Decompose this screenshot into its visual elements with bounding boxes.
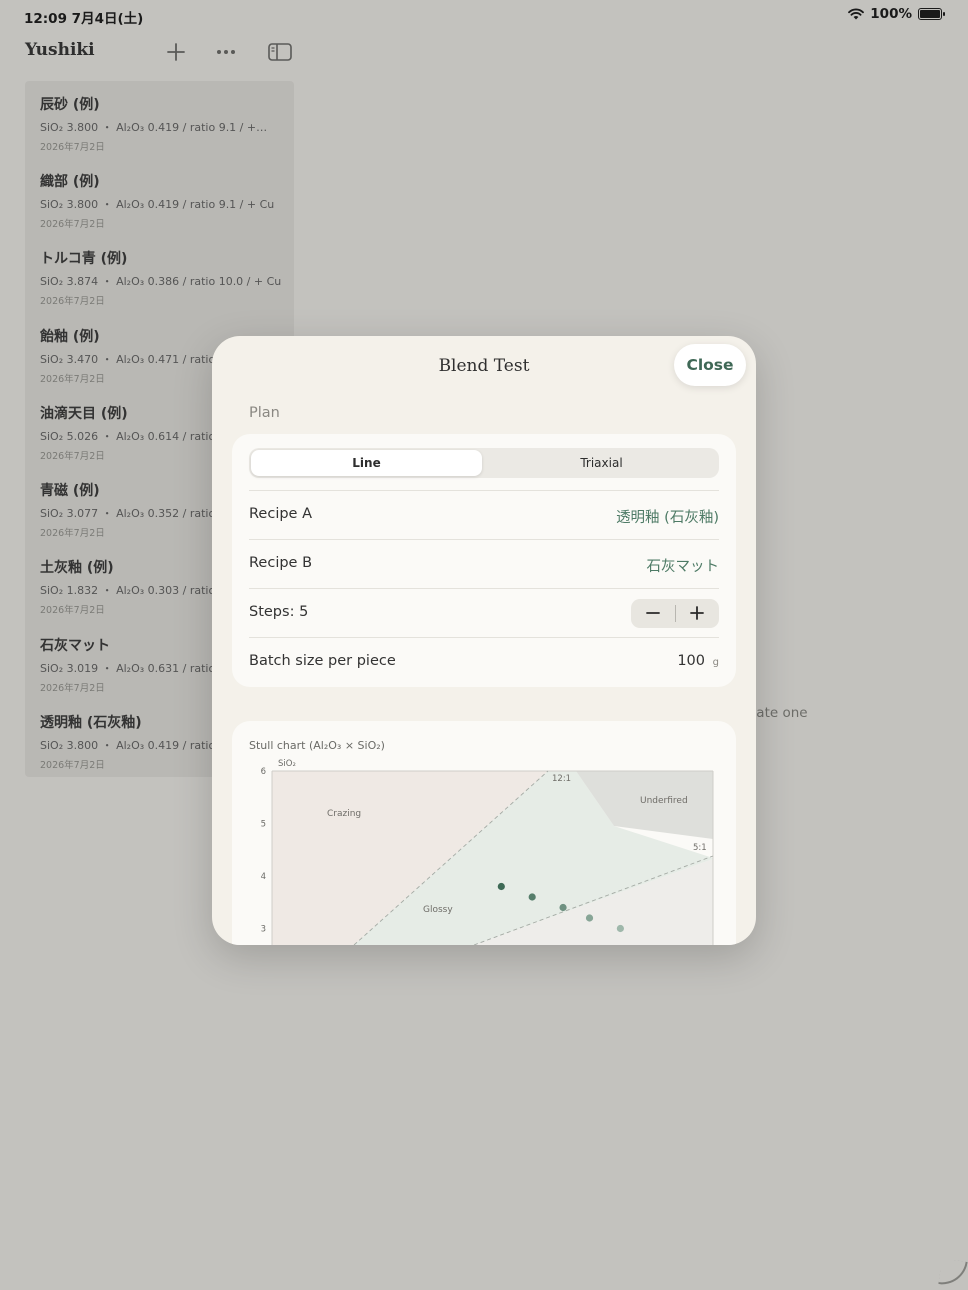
recipe-a-label: Recipe A	[249, 506, 312, 522]
steps-row: Steps: 5	[249, 588, 719, 637]
corner-indicator-icon	[938, 1258, 968, 1288]
battery-percent: 100%	[870, 6, 912, 22]
list-item[interactable]: トルコ青 (例) SiO₂ 3.874 ・ Al₂O₃ 0.386 / rati…	[40, 248, 290, 307]
batch-size-label: Batch size per piece	[249, 653, 396, 669]
segment-triaxial[interactable]: Triaxial	[486, 450, 717, 476]
y-tick-label: 6	[261, 767, 266, 777]
blend-point	[616, 924, 624, 933]
item-date: 2026年7月2日	[40, 219, 105, 230]
empty-state-hint: eate one	[748, 705, 808, 721]
item-name: 織部 (例)	[40, 174, 100, 190]
section-label-plan: Plan	[249, 405, 280, 421]
list-item[interactable]: 辰砂 (例) SiO₂ 3.800 ・ Al₂O₃ 0.419 / ratio …	[40, 94, 290, 153]
mode-segmented-control: Line Triaxial	[249, 448, 719, 478]
item-name: トルコ青 (例)	[40, 251, 128, 267]
list-item[interactable]: 織部 (例) SiO₂ 3.800 ・ Al₂O₃ 0.419 / ratio …	[40, 171, 290, 230]
region-label-crazing: Crazing	[327, 809, 361, 819]
minus-icon	[646, 612, 660, 614]
stull-chart: 65432SiO₂CrazingUnderfiredGlossy12:15:1	[261, 759, 714, 945]
item-formula: SiO₂ 3.800 ・ Al₂O₃ 0.419 / ratio 9.1 / +…	[40, 198, 275, 211]
battery-icon	[918, 8, 945, 20]
close-button[interactable]: Close	[674, 344, 746, 386]
app-title: Yushiki	[25, 40, 95, 60]
item-name: 辰砂 (例)	[40, 97, 100, 113]
y-tick-label: 4	[261, 872, 266, 882]
ratio-label-12-1: 12:1	[552, 774, 571, 784]
y-tick-label: 3	[261, 925, 266, 935]
plus-icon	[167, 43, 185, 61]
recipe-b-value: 石灰マット	[646, 559, 720, 575]
status-indicators: 100%	[848, 6, 945, 22]
increment-button[interactable]	[675, 599, 719, 628]
batch-size-value[interactable]: 100	[677, 653, 705, 669]
blend-point	[559, 903, 567, 912]
item-date: 2026年7月2日	[40, 296, 105, 307]
item-formula: SiO₂ 3.874 ・ Al₂O₃ 0.386 / ratio 10.0 / …	[40, 275, 282, 288]
steps-label: Steps: 5	[249, 604, 309, 620]
blend-point	[497, 882, 505, 891]
batch-size-unit: g	[712, 657, 719, 668]
recipe-b-label: Recipe B	[249, 555, 313, 571]
blend-test-sheet: Blend Test Close Plan Line Triaxial Reci…	[212, 336, 756, 945]
blend-point	[585, 914, 594, 922]
ratio-label-5-1: 5:1	[693, 843, 707, 853]
ellipsis-icon	[217, 50, 235, 54]
plan-card: Line Triaxial Recipe A 透明釉 (石灰釉) Recipe …	[232, 434, 736, 687]
y-axis-label: SiO₂	[278, 759, 296, 769]
blend-point	[528, 893, 536, 901]
stull-chart-card: Stull chart (Al₂O₃ × SiO₂) 65432SiO₂Craz…	[232, 721, 736, 945]
more-button[interactable]	[212, 38, 240, 66]
sidebar-toggle-button[interactable]	[266, 38, 294, 66]
item-formula: SiO₂ 3.800 ・ Al₂O₃ 0.419 / ratio 9.1 / +…	[40, 121, 268, 134]
recipe-b-row[interactable]: Recipe B 石灰マット	[249, 539, 719, 588]
status-bar: 12:09 7月4日(土) 100%	[0, 0, 968, 32]
wifi-icon	[848, 8, 865, 20]
segment-line[interactable]: Line	[251, 450, 482, 476]
recipe-a-value: 透明釉 (石灰釉)	[616, 510, 719, 526]
region-label-glossy: Glossy	[423, 905, 453, 915]
region-label-underfired: Underfired	[640, 796, 688, 806]
y-tick-label: 5	[261, 820, 266, 830]
plus-icon	[690, 606, 704, 620]
sidebar-header: Yushiki	[0, 34, 300, 70]
batch-size-row[interactable]: Batch size per piece 100 g	[249, 637, 719, 686]
steps-stepper	[631, 599, 719, 628]
decrement-button[interactable]	[631, 599, 675, 628]
item-date: 2026年7月2日	[40, 142, 105, 153]
sidebar-icon	[268, 43, 292, 61]
status-time: 12:09 7月4日(土)	[24, 11, 144, 27]
recipe-a-row[interactable]: Recipe A 透明釉 (石灰釉)	[249, 490, 719, 539]
add-button[interactable]	[162, 38, 190, 66]
